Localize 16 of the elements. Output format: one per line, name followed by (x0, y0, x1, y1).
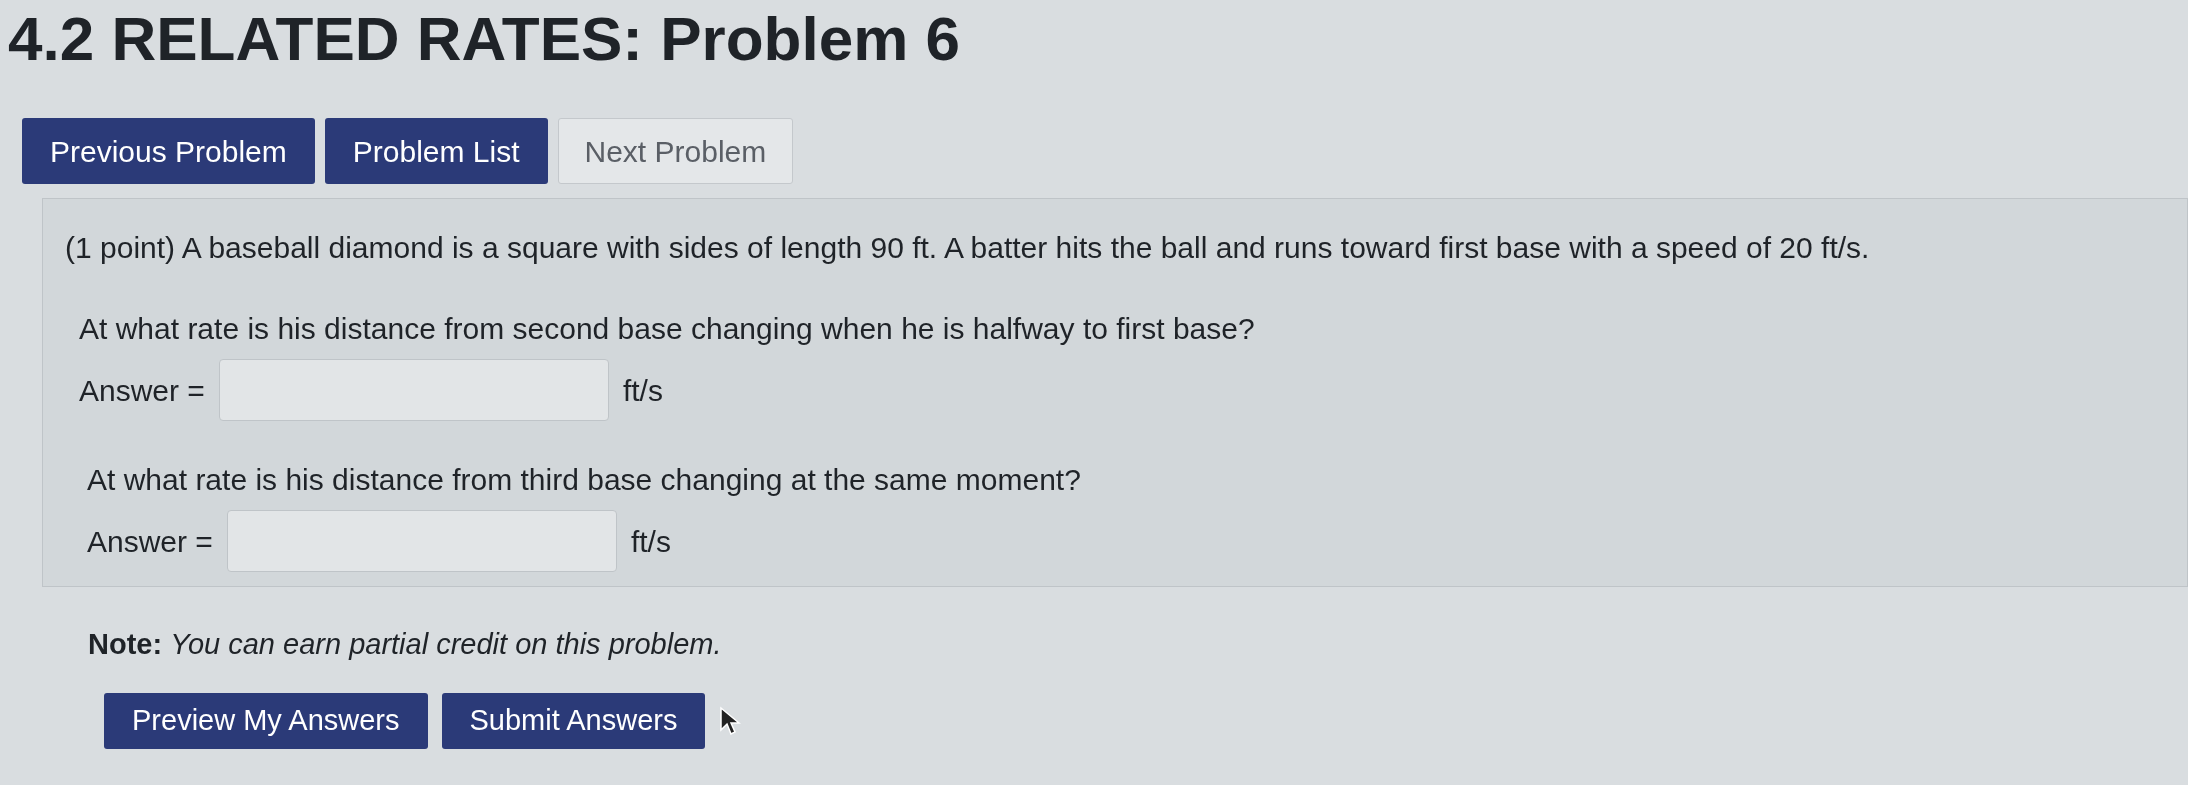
nav-button[interactable]: Problem List (324, 118, 548, 184)
problem-statement: (1 point) A baseball diamond is a square with sides of length 90 ft. A batter hits the ball and runs toward first base with a speed of 20 ft/s. (65, 230, 1870, 266)
answer-label: Answer = (79, 372, 205, 409)
unit-label: ft/s (630, 523, 671, 560)
answer-field[interactable] (226, 510, 617, 572)
answer-field[interactable] (218, 359, 609, 421)
unit-label: ft/s (622, 372, 663, 409)
nav-button[interactable]: Previous Problem (22, 118, 315, 184)
action-button[interactable]: Preview My Answers (104, 692, 428, 749)
question-text: At what rate is his distance from third base changing at the same moment? (87, 462, 1082, 498)
mouse-pointer-icon (719, 705, 742, 736)
answer-label: Answer = (87, 523, 213, 560)
page-title: 4.2 RELATED RATES: Problem 6 (8, 3, 960, 70)
note-text: Note: You can earn partial credit on this problem. (88, 628, 722, 660)
question-text: At what rate is his distance from second base changing when he is halfway to first base? (79, 311, 1256, 347)
action-button[interactable]: Submit Answers (441, 692, 706, 749)
